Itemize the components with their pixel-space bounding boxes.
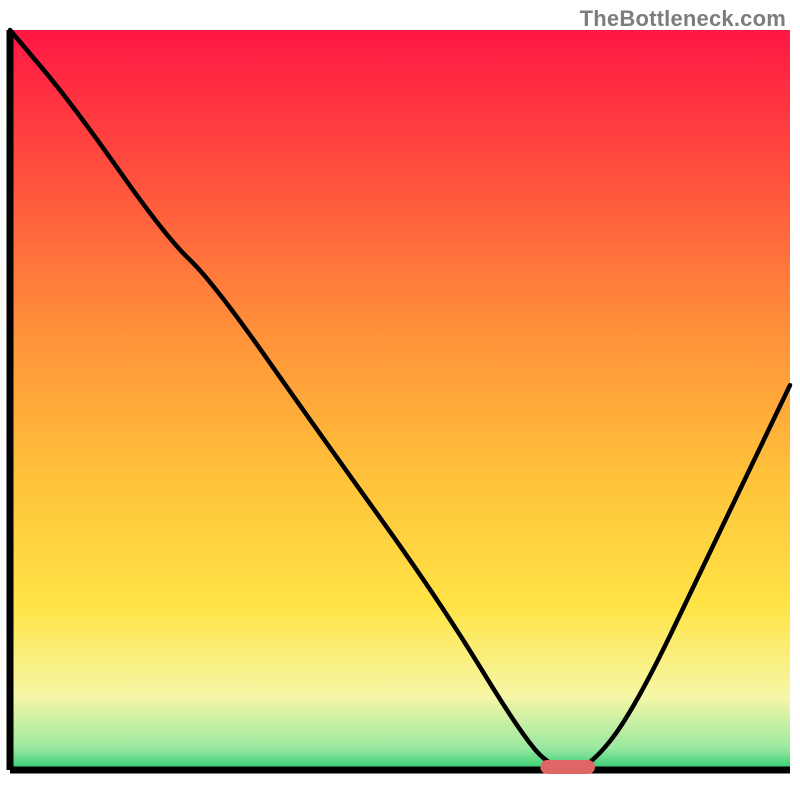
bottleneck-line-chart (0, 0, 800, 800)
optimum-marker (540, 760, 595, 774)
plot-area-gradient (10, 30, 790, 770)
watermark-label: TheBottleneck.com (580, 6, 786, 32)
chart-container: TheBottleneck.com (0, 0, 800, 800)
